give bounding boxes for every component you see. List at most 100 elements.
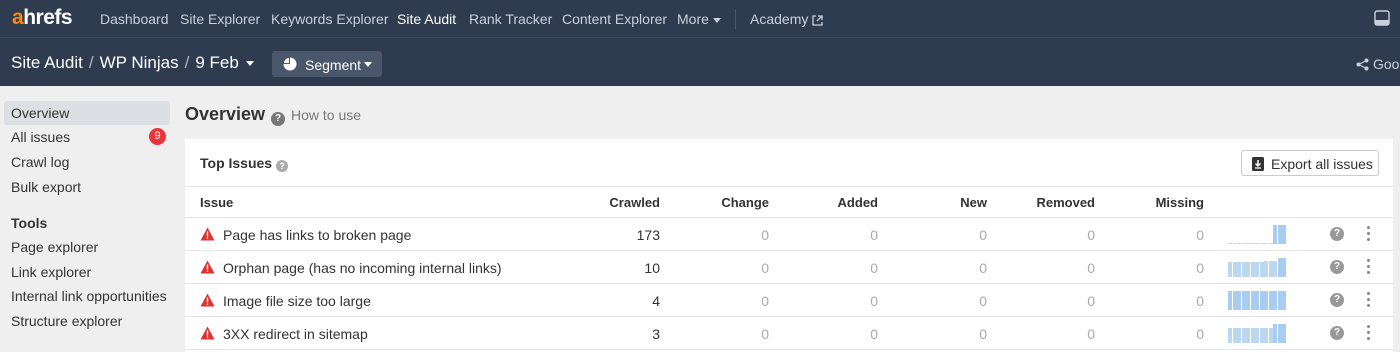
page-title: Overview	[185, 104, 266, 124]
trend-bar	[1268, 261, 1273, 277]
how-to-use-label: How to use	[291, 107, 362, 123]
issues-count-badge: 9	[149, 128, 166, 145]
how-to-use-link[interactable]: ? How to use	[271, 107, 361, 126]
trend-sparkline[interactable]	[1228, 290, 1286, 310]
warning-icon	[200, 293, 215, 307]
crawled-count[interactable]: 173	[637, 227, 660, 243]
help-icon[interactable]: ?	[1330, 326, 1344, 340]
help-icon[interactable]: ?	[276, 160, 289, 172]
table-row[interactable]: 3XX redirect in sitemap 3 0 0 0 0 0 ?	[185, 317, 1393, 350]
missing-count: 0	[1196, 227, 1204, 243]
nav-site-audit[interactable]: Site Audit	[397, 11, 456, 27]
new-count: 0	[979, 260, 987, 276]
column-header-added[interactable]: Added	[838, 195, 878, 210]
sidebar-item-crawl-log[interactable]: Crawl log	[4, 150, 170, 174]
nav-site-explorer[interactable]: Site Explorer	[180, 11, 260, 27]
nav-keywords-explorer[interactable]: Keywords Explorer	[271, 11, 389, 27]
trend-bar	[1282, 324, 1286, 343]
trend-bar	[1232, 243, 1237, 244]
segment-label: Segment	[305, 57, 362, 73]
breadcrumb-project[interactable]: WP Ninjas	[100, 53, 179, 72]
help-icon[interactable]: ?	[1330, 293, 1344, 307]
window-icon[interactable]	[1374, 10, 1390, 26]
crawled-count[interactable]: 10	[644, 260, 660, 276]
change-count: 0	[761, 227, 769, 243]
issue-name[interactable]: Image file size too large	[223, 293, 371, 309]
row-divider	[185, 349, 1393, 350]
sidebar-item-overview[interactable]: Overview	[4, 101, 170, 125]
trend-bar	[1282, 258, 1286, 277]
trend-bar	[1264, 291, 1268, 310]
column-header-change[interactable]: Change	[721, 195, 769, 210]
trend-bar	[1259, 243, 1264, 244]
trend-sparkline[interactable]	[1228, 323, 1286, 343]
more-options-icon[interactable]	[1367, 292, 1371, 308]
more-options-icon[interactable]	[1367, 259, 1371, 275]
column-header-missing[interactable]: Missing	[1156, 195, 1204, 210]
trend-bar	[1273, 324, 1277, 343]
column-header-new[interactable]: New	[960, 195, 987, 210]
sidebar-item-label: All issues	[11, 129, 71, 145]
help-icon[interactable]: ?	[1330, 227, 1344, 241]
export-label: Export all issues	[1271, 156, 1373, 172]
external-link-icon	[812, 15, 824, 26]
nav-dashboard[interactable]: Dashboard	[100, 11, 169, 27]
column-header-issue[interactable]: Issue	[200, 195, 233, 210]
trend-bar	[1241, 262, 1246, 277]
trend-bar	[1246, 328, 1250, 343]
breadcrumb-date-selector[interactable]: 9 Feb	[195, 53, 254, 72]
more-options-icon[interactable]	[1367, 226, 1371, 242]
trend-bar	[1250, 328, 1255, 343]
ahrefs-logo[interactable]: ahrefs	[12, 6, 73, 30]
table-row[interactable]: Orphan page (has no incoming internal li…	[185, 251, 1393, 284]
nav-academy[interactable]: Academy	[750, 11, 824, 27]
nav-more[interactable]: More	[677, 11, 721, 27]
sidebar-item-internal-link-opportunities[interactable]: Internal link opportunities	[4, 284, 170, 308]
trend-bar	[1273, 291, 1277, 310]
top-issues-title: Top Issues?	[200, 155, 289, 172]
added-count: 0	[870, 326, 878, 342]
table-row[interactable]: Image file size too large 4 0 0 0 0 0 ?	[185, 284, 1393, 317]
trend-bar	[1250, 262, 1255, 277]
sidebar-item-page-explorer[interactable]: Page explorer	[4, 235, 170, 259]
warning-icon	[200, 326, 215, 340]
export-all-issues-button[interactable]: Export all issues	[1241, 150, 1379, 176]
chevron-down-icon	[712, 17, 721, 23]
trend-sparkline[interactable]	[1228, 224, 1286, 244]
sidebar-item-bulk-export[interactable]: Bulk export	[4, 175, 170, 199]
trend-bar	[1264, 243, 1268, 244]
trend-bar	[1255, 328, 1259, 343]
nav-content-explorer[interactable]: Content Explorer	[562, 11, 667, 27]
change-count: 0	[761, 326, 769, 342]
new-count: 0	[979, 227, 987, 243]
breadcrumb-site-audit[interactable]: Site Audit	[11, 53, 83, 72]
trend-bar	[1241, 328, 1246, 343]
sidebar-item-all-issues[interactable]: All issues 9	[4, 125, 170, 149]
table-row[interactable]: Page has links to broken page 173 0 0 0 …	[185, 218, 1393, 251]
column-header-removed[interactable]: Removed	[1036, 195, 1095, 210]
share-link[interactable]: Goo	[1356, 56, 1399, 72]
column-header-crawled[interactable]: Crawled	[609, 195, 660, 210]
nav-rank-tracker[interactable]: Rank Tracker	[469, 11, 552, 27]
segment-button[interactable]: Segment	[272, 51, 382, 77]
crawled-count[interactable]: 4	[652, 293, 660, 309]
issue-name[interactable]: 3XX redirect in sitemap	[223, 326, 368, 342]
share-label: Goo	[1373, 56, 1400, 72]
trend-bar	[1277, 258, 1282, 277]
breadcrumb-separator: /	[88, 53, 94, 72]
sidebar-item-link-explorer[interactable]: Link explorer	[4, 260, 170, 284]
trend-bar	[1246, 291, 1250, 310]
sidebar-item-structure-explorer[interactable]: Structure explorer	[4, 309, 170, 333]
breadcrumb-date: 9 Feb	[195, 53, 239, 72]
logo-rest: hrefs	[23, 6, 73, 29]
help-icon[interactable]: ?	[1330, 260, 1344, 274]
more-options-icon[interactable]	[1367, 325, 1371, 341]
trend-bar	[1259, 328, 1264, 343]
divider	[185, 186, 1393, 187]
issue-name[interactable]: Page has links to broken page	[223, 227, 411, 243]
trend-sparkline[interactable]	[1228, 257, 1286, 277]
crawled-count[interactable]: 3	[652, 326, 660, 342]
trend-bar	[1228, 262, 1232, 277]
trend-bar	[1237, 243, 1241, 244]
issue-name[interactable]: Orphan page (has no incoming internal li…	[223, 260, 502, 276]
